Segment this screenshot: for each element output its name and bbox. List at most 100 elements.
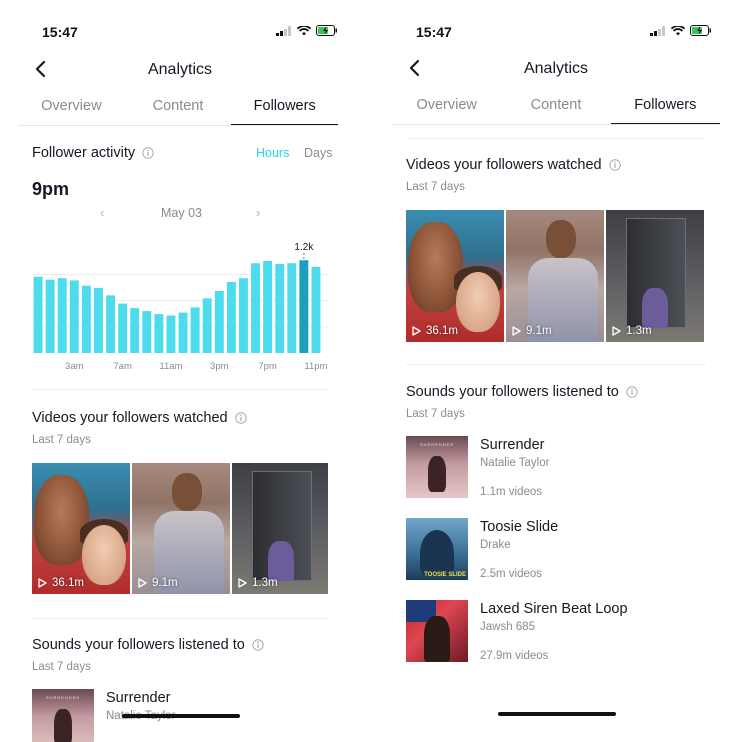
back-button[interactable] <box>404 57 424 79</box>
info-icon[interactable] <box>142 147 154 159</box>
info-icon[interactable] <box>608 159 621 171</box>
home-indicator[interactable] <box>122 714 240 718</box>
status-icons <box>650 25 712 36</box>
tab-content[interactable]: Content <box>125 90 232 126</box>
sound-cover <box>406 600 468 662</box>
video-thumbnail[interactable]: 1.3m <box>232 463 328 594</box>
sounds-period: Last 7 days <box>406 408 465 420</box>
play-icon <box>512 326 521 336</box>
battery-charging-icon <box>690 25 711 36</box>
cover-lettering: TOOSIE SLIDE <box>424 572 466 578</box>
chart-bar-4am[interactable] <box>81 285 91 353</box>
play-icon <box>412 326 421 336</box>
signal-icon <box>650 25 665 36</box>
info-icon[interactable] <box>252 639 264 651</box>
chart-bar-2am[interactable] <box>57 278 67 353</box>
chart-bar-3pm[interactable] <box>214 290 224 353</box>
chart-bar-6am[interactable] <box>106 295 116 353</box>
chart-bar-5am[interactable] <box>93 287 103 353</box>
section-divider <box>32 618 328 619</box>
home-indicator[interactable] <box>498 712 616 716</box>
video-views: 9.1m <box>152 577 178 589</box>
chart-bar-7pm[interactable] <box>263 260 273 353</box>
chart-tick-label: 3am <box>65 361 84 372</box>
cover-lettering: SURRENDER <box>419 442 455 447</box>
sounds-period: Last 7 days <box>32 661 91 673</box>
tab-divider <box>18 125 338 126</box>
chart-bar-1pm[interactable] <box>190 307 200 353</box>
video-views: 9.1m <box>526 325 552 337</box>
wifi-icon <box>671 25 685 35</box>
sound-artist: Natalie Taylor <box>480 457 550 469</box>
sounds-section-label: Sounds your followers listened to <box>32 637 245 653</box>
sound-video-count: 27.9m videos <box>480 650 549 662</box>
play-icon <box>138 578 147 588</box>
sound-title: Toosie Slide <box>480 519 559 535</box>
prev-date-button[interactable]: ‹ <box>100 205 104 220</box>
chart-bar-8pm[interactable] <box>275 263 285 353</box>
chart-bar-9am[interactable] <box>142 311 152 353</box>
tab-overview[interactable]: Overview <box>392 89 501 125</box>
chart-bar-2pm[interactable] <box>202 298 212 353</box>
chart-bar-10pm[interactable] <box>299 260 309 353</box>
sound-title: Surrender <box>480 437 545 453</box>
videos-section-title: Videos your followers watched <box>406 157 621 173</box>
videos-section-label: Videos your followers watched <box>32 410 228 426</box>
back-button[interactable] <box>30 58 50 80</box>
video-views: 36.1m <box>52 577 84 589</box>
phone-screen-right: 15:47 Analytics Overview Content Followe… <box>392 0 722 742</box>
video-thumbnail[interactable]: 36.1m <box>406 210 504 342</box>
page-title: Analytics <box>147 61 213 78</box>
status-time: 15:47 <box>42 24 78 40</box>
chart-bar-1am[interactable] <box>45 279 55 353</box>
video-thumbnail[interactable]: 36.1m <box>32 463 130 594</box>
chevron-left-icon <box>35 60 46 78</box>
tab-content[interactable]: Content <box>501 89 610 125</box>
section-divider <box>32 389 328 390</box>
sound-item[interactable]: TOOSIE SLIDE Toosie Slide Drake 2.5m vid… <box>406 518 558 580</box>
chart-bar-10am[interactable] <box>154 314 164 353</box>
chart-bar-12am[interactable] <box>33 276 43 353</box>
play-icon <box>38 578 47 588</box>
sound-video-count: 2.5m videos <box>480 568 543 580</box>
info-icon[interactable] <box>626 386 638 398</box>
chart-tick-label: 7pm <box>258 361 277 372</box>
chart-bar-3am[interactable] <box>69 280 79 353</box>
sound-video-count: 1.1m videos <box>480 486 543 498</box>
selected-hour-value: 9pm <box>32 179 70 199</box>
info-icon[interactable] <box>234 412 247 424</box>
sound-item[interactable]: SURRENDER Surrender Natalie Taylor 1.1m … <box>406 436 549 498</box>
status-time: 15:47 <box>416 24 452 40</box>
video-thumbnail[interactable]: 9.1m <box>132 463 230 594</box>
chart-bar-9pm[interactable] <box>287 263 297 353</box>
wifi-icon <box>297 25 311 35</box>
play-icon <box>238 578 247 588</box>
page-title: Analytics <box>523 60 589 77</box>
next-date-button[interactable]: › <box>256 205 260 220</box>
chart-bar-5pm[interactable] <box>238 278 248 353</box>
section-divider <box>406 364 706 365</box>
chart-bar-6pm[interactable] <box>251 263 261 353</box>
tab-followers[interactable]: Followers <box>610 89 721 125</box>
chart-bar-11pm[interactable] <box>311 266 321 353</box>
video-thumbnail[interactable]: 1.3m <box>606 210 704 342</box>
chart-bar-12pm[interactable] <box>178 312 188 353</box>
video-thumbnail[interactable]: 9.1m <box>506 210 604 342</box>
chart-bar-7am[interactable] <box>118 303 128 353</box>
sound-item[interactable]: Laxed Siren Beat Loop Jawsh 685 27.9m vi… <box>406 600 628 662</box>
tab-followers[interactable]: Followers <box>231 90 338 126</box>
date-label: May 03 <box>161 206 202 220</box>
video-thumbnails: 36.1m 9.1m 1.3m <box>406 210 704 342</box>
videos-period: Last 7 days <box>406 181 465 193</box>
sound-cover: SURRENDER <box>32 689 94 742</box>
chevron-left-icon <box>409 59 420 77</box>
tab-bar: Overview Content Followers <box>18 90 338 126</box>
chart-bar-8am[interactable] <box>130 308 140 353</box>
status-icons <box>276 25 338 36</box>
chart-bar-11am[interactable] <box>166 315 176 353</box>
signal-icon <box>276 25 291 36</box>
days-toggle[interactable]: Days <box>304 146 332 160</box>
chart-bar-4pm[interactable] <box>226 281 236 353</box>
tab-overview[interactable]: Overview <box>18 90 125 126</box>
hours-toggle[interactable]: Hours <box>256 146 289 160</box>
